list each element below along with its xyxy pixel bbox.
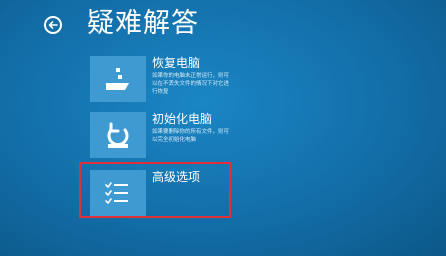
option-reset-pc[interactable]: 初始化电脑 如果要删除你的所有文件，则可以完全初始化电脑 [90, 112, 230, 158]
option-tile [90, 112, 146, 158]
back-button[interactable] [44, 16, 62, 34]
option-text: 恢复电脑 如果你的电脑未正常运行，则可以在不丢失文件的情况下对它进行恢复 [152, 56, 234, 96]
reset-pc-icon [107, 122, 129, 148]
option-description: 如果你的电脑未正常运行，则可以在不丢失文件的情况下对它进行恢复 [152, 73, 230, 95]
page-title: 疑难解答 [87, 8, 199, 39]
highlight-box [79, 162, 231, 218]
back-arrow-icon [48, 21, 58, 29]
option-title: 恢复电脑 [152, 56, 201, 70]
option-refresh-pc[interactable]: 恢复电脑 如果你的电脑未正常运行，则可以在不丢失文件的情况下对它进行恢复 [90, 56, 230, 102]
refresh-pc-icon [106, 68, 129, 90]
option-text: 初始化电脑 如果要删除你的所有文件，则可以完全初始化电脑 [152, 112, 234, 144]
option-title: 初始化电脑 [152, 112, 213, 126]
option-description: 如果要删除你的所有文件，则可以完全初始化电脑 [152, 129, 230, 143]
option-tile [90, 56, 146, 102]
